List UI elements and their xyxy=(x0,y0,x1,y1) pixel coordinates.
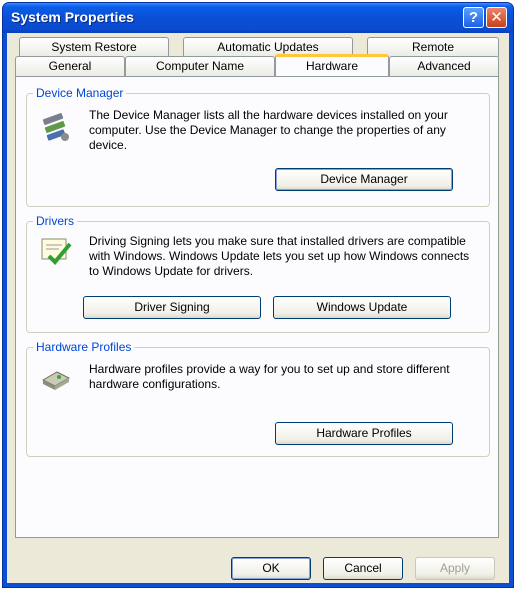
tab-row-front: General Computer Name Hardware Advanced xyxy=(15,54,505,76)
close-button[interactable]: ✕ xyxy=(486,7,507,28)
drivers-description: Driving Signing lets you make sure that … xyxy=(89,234,470,278)
title-bar[interactable]: System Properties ? ✕ xyxy=(3,3,513,33)
apply-button: Apply xyxy=(415,557,495,580)
ok-button[interactable]: OK xyxy=(231,557,311,580)
close-icon: ✕ xyxy=(490,9,503,26)
drivers-group-title: Drivers xyxy=(33,214,77,228)
device-manager-button-label: Device Manager xyxy=(320,172,408,186)
tab-general[interactable]: General xyxy=(15,56,125,76)
driver-signing-icon xyxy=(41,238,72,265)
tab-system-restore[interactable]: System Restore xyxy=(19,37,169,57)
hardware-profiles-group: Hardware Profiles Hardware profiles prov… xyxy=(26,340,490,457)
tab-advanced[interactable]: Advanced xyxy=(389,56,499,76)
hardware-profiles-icon xyxy=(41,371,71,390)
window-title: System Properties xyxy=(11,9,134,25)
windows-update-button[interactable]: Windows Update xyxy=(273,296,451,319)
device-manager-description: The Device Manager lists all the hardwar… xyxy=(89,108,448,152)
drivers-group: Drivers Driving Signing lets you make su… xyxy=(26,214,490,333)
system-properties-window: System Properties ? ✕ System Restore Aut… xyxy=(2,2,514,588)
tab-computer-name[interactable]: Computer Name xyxy=(125,56,275,76)
hardware-tab-panel: Device Manager The Device Manager lists … xyxy=(15,76,499,538)
tab-row-back: System Restore Automatic Updates Remote xyxy=(15,37,505,57)
help-button[interactable]: ? xyxy=(463,7,484,28)
question-icon: ? xyxy=(468,9,479,26)
device-manager-group: Device Manager The Device Manager lists … xyxy=(26,86,490,207)
cancel-button-label: Cancel xyxy=(344,561,382,575)
hardware-profiles-description: Hardware profiles provide a way for you … xyxy=(89,362,450,391)
device-manager-button[interactable]: Device Manager xyxy=(275,168,453,191)
ok-button-label: OK xyxy=(262,561,280,575)
driver-signing-button-label: Driver Signing xyxy=(134,300,210,314)
windows-update-button-label: Windows Update xyxy=(316,300,408,314)
dialog-body: System Restore Automatic Updates Remote … xyxy=(7,33,509,583)
device-manager-group-title: Device Manager xyxy=(33,86,127,100)
hardware-profiles-button-label: Hardware Profiles xyxy=(316,426,412,440)
hardware-profiles-button[interactable]: Hardware Profiles xyxy=(275,422,453,445)
driver-signing-button[interactable]: Driver Signing xyxy=(83,296,261,319)
hardware-profiles-group-title: Hardware Profiles xyxy=(33,340,135,354)
tab-hardware[interactable]: Hardware xyxy=(275,54,389,76)
apply-button-label: Apply xyxy=(439,561,471,575)
cancel-button[interactable]: Cancel xyxy=(323,557,403,580)
device-manager-icon xyxy=(42,113,69,141)
